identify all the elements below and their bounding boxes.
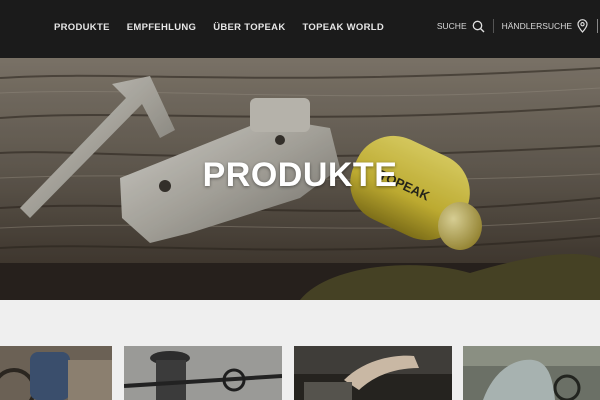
page-title: PRODUKTE [202,156,398,194]
dealer-locator-button[interactable]: HÄNDLERSUCHE [502,19,588,33]
divider [597,19,598,33]
search-button[interactable]: SUCHE [437,20,485,33]
nav-empfehlung[interactable]: EMPFEHLUNG [127,22,197,33]
divider [492,19,494,33]
tile-image [124,346,282,400]
map-pin-icon [577,19,588,33]
utility-nav: SUCHE HÄNDLERSUCHE [437,19,600,33]
category-tile[interactable] [463,346,600,400]
category-tile[interactable] [294,346,452,400]
site-header: PRODUKTE EMPFEHLUNG ÜBER TOPEAK TOPEAK W… [0,0,600,58]
dealer-label: HÄNDLERSUCHE [501,21,572,31]
nav-ueber-topeak[interactable]: ÜBER TOPEAK [213,22,285,33]
category-tiles [0,346,600,400]
search-label: SUCHE [436,21,467,31]
search-icon [472,20,485,32]
nav-topeak-world[interactable]: TOPEAK WORLD [303,22,385,33]
tile-image [0,346,112,400]
main-nav: PRODUKTE EMPFEHLUNG ÜBER TOPEAK TOPEAK W… [54,22,401,33]
nav-produkte[interactable]: PRODUKTE [54,22,110,33]
hero-banner: TOPEAK PRODUKTE [0,58,600,300]
tile-image [294,346,452,400]
category-tile[interactable] [124,346,282,400]
tile-image [463,346,600,400]
category-tile[interactable] [0,346,112,400]
